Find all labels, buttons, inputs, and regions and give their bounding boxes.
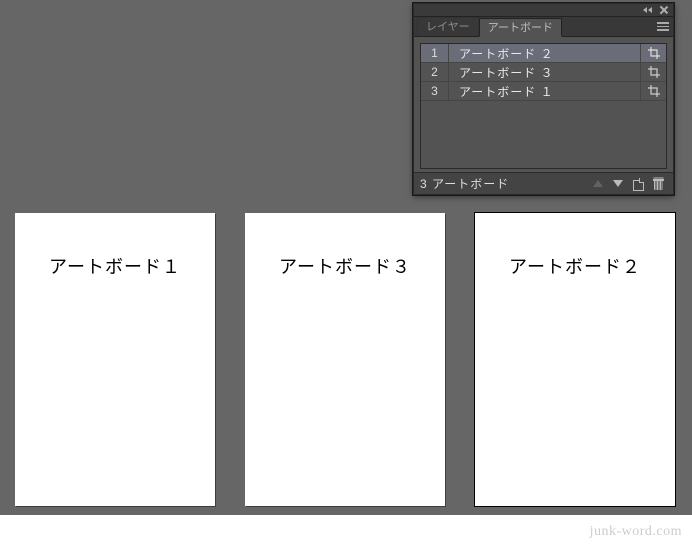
artboard-label: アートボード１ — [15, 253, 215, 279]
canvas-area[interactable]: アートボード１ アートボード３ アートボード２ レイヤー アートボード 1 アー… — [0, 0, 692, 515]
panel-chrome — [414, 4, 673, 17]
artboard-options-icon[interactable] — [640, 82, 666, 100]
collapse-icon[interactable] — [643, 5, 653, 15]
row-name: アートボード １ — [449, 83, 640, 100]
artboard[interactable]: アートボード２ — [475, 213, 675, 506]
artboard-label: アートボード３ — [245, 253, 445, 279]
artboard-label: アートボード２ — [475, 253, 675, 279]
close-icon[interactable] — [659, 5, 669, 15]
artboard-count: 3 アートボード — [420, 175, 587, 192]
artboard-row[interactable]: 1 アートボード ２ — [421, 44, 666, 63]
artboard[interactable]: アートボード１ — [15, 213, 215, 506]
panel-tabs: レイヤー アートボード — [414, 17, 673, 37]
tab-artboards[interactable]: アートボード — [479, 18, 562, 37]
row-number: 1 — [421, 44, 449, 62]
panel-menu-icon[interactable] — [653, 20, 669, 33]
move-up-button[interactable] — [589, 176, 607, 192]
tab-layers[interactable]: レイヤー — [417, 17, 479, 36]
artboard-options-icon[interactable] — [640, 63, 666, 81]
row-name: アートボード ３ — [449, 64, 640, 81]
artboard-options-icon[interactable] — [640, 44, 666, 62]
delete-artboard-button[interactable] — [649, 176, 667, 192]
artboard-row[interactable]: 2 アートボード ３ — [421, 63, 666, 82]
row-number: 2 — [421, 63, 449, 81]
move-down-button[interactable] — [609, 176, 627, 192]
row-number: 3 — [421, 82, 449, 100]
artboard-row[interactable]: 3 アートボード １ — [421, 82, 666, 101]
artboards-panel: レイヤー アートボード 1 アートボード ２ 2 アートボード ３ 3 — [413, 3, 674, 195]
artboard-list: 1 アートボード ２ 2 アートボード ３ 3 アートボード １ — [420, 43, 667, 169]
watermark: junk-word.com — [590, 524, 682, 540]
artboard[interactable]: アートボード３ — [245, 213, 445, 506]
new-artboard-button[interactable] — [629, 176, 647, 192]
panel-footer: 3 アートボード — [414, 172, 673, 194]
row-name: アートボード ２ — [449, 45, 640, 62]
